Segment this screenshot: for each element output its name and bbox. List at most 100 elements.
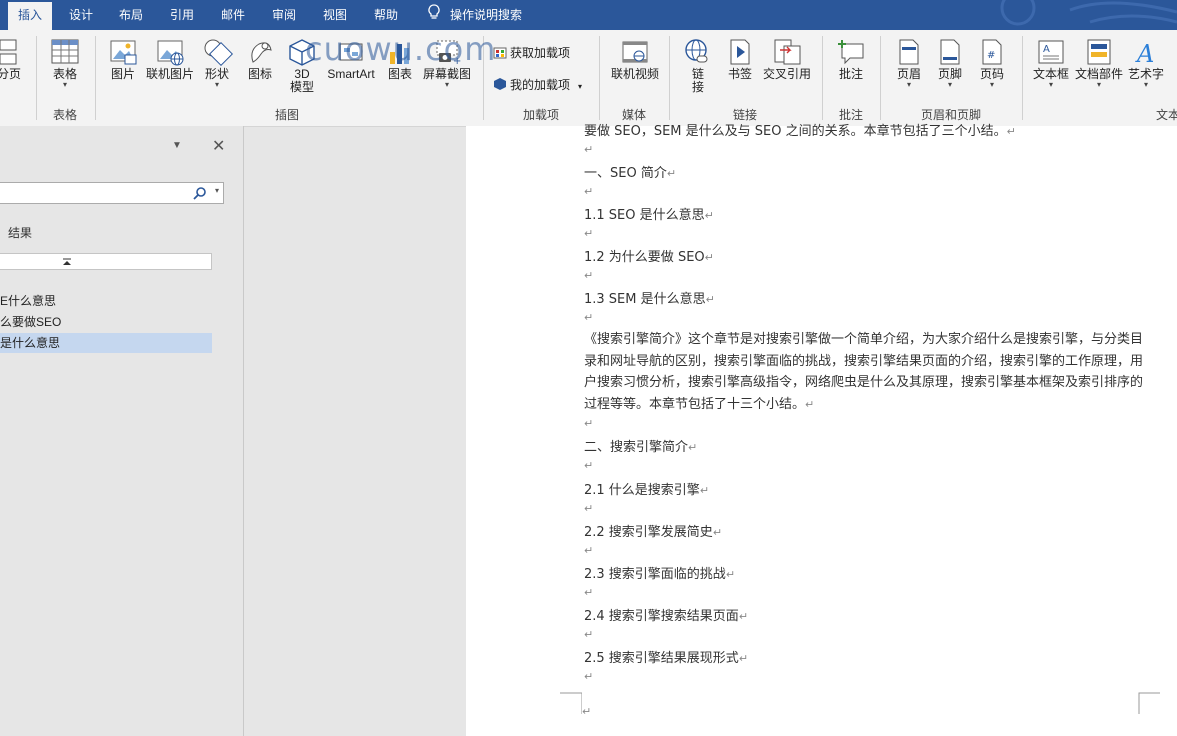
link-button[interactable]: 链 接 <box>678 38 718 94</box>
svg-text:A: A <box>1135 40 1154 66</box>
watermark-text: cuowu.com <box>305 30 497 68</box>
paragraph-mark: ↵ <box>688 441 698 454</box>
online-video-label: 联机视频 <box>610 67 659 81</box>
pane-options-chevron-icon[interactable]: ▼ <box>172 140 182 151</box>
tab-help[interactable]: 帮助 <box>365 0 407 30</box>
empty-paragraph: ↵ <box>584 458 593 473</box>
chevron-down-icon: ▾ <box>947 80 952 89</box>
svg-text:#: # <box>987 50 995 61</box>
paragraph-mark: ↵ <box>712 526 723 539</box>
tell-me-label: 操作说明搜索 <box>450 8 523 22</box>
results-scroll-up[interactable] <box>0 253 212 270</box>
doc-heading: 2.4 搜索引擎搜索结果页面↵ <box>584 605 748 624</box>
online-video-button[interactable]: 联机视频 <box>607 38 663 81</box>
paragraph-mark: ↵ <box>699 484 710 497</box>
search-icon[interactable] <box>193 186 207 200</box>
tab-review[interactable]: 审阅 <box>263 0 305 30</box>
nav-result-item[interactable]: E什么意思 <box>0 291 212 311</box>
separator <box>1022 36 1023 120</box>
paragraph-mark: ↵ <box>705 293 715 306</box>
smartart-label: SmartArt <box>327 67 375 81</box>
chart-label: 图表 <box>387 67 412 81</box>
paragraph-mark: ↵ <box>584 670 594 683</box>
doc-heading: 二、搜索引擎简介↵ <box>584 436 697 455</box>
quick-parts-button[interactable]: 文档部件 ▾ <box>1074 38 1124 89</box>
new-comment-button[interactable]: 批注 <box>832 38 870 81</box>
chevron-down-icon: ▾ <box>1143 80 1148 89</box>
wordart-icon: A <box>1135 40 1154 66</box>
close-icon[interactable]: ✕ <box>212 136 225 156</box>
group-label-text: 文本 <box>1156 108 1177 122</box>
doc-body-paragraph: 《搜索引擎简介》这个章节是对搜索引擎做一个简单介绍，为大家介绍什么是搜索引擎，与… <box>584 329 1144 415</box>
cross-reference-button[interactable]: 交叉引用 <box>760 38 814 81</box>
paragraph-mark: ↵ <box>1006 125 1016 138</box>
doc-text: 二、搜索引擎简介 <box>584 440 689 455</box>
shapes-icon <box>204 39 233 66</box>
tab-layout[interactable]: 布局 <box>110 0 152 30</box>
icons-button[interactable]: 图标 <box>243 38 277 81</box>
paragraph-mark: ↵ <box>584 143 594 156</box>
online-picture-label: 联机图片 <box>145 67 194 81</box>
shapes-button[interactable]: 形状 ▾ <box>199 38 235 89</box>
margin-corner-mark <box>1138 692 1160 714</box>
search-options-chevron-icon[interactable]: ▾ <box>215 186 219 195</box>
tab-view[interactable]: 视图 <box>314 0 356 30</box>
bookmark-label: 书签 <box>727 67 752 81</box>
page-number-button[interactable]: # 页码 ▾ <box>974 38 1010 89</box>
group-label-addins: 加载项 <box>522 108 559 122</box>
tab-references[interactable]: 引用 <box>161 0 203 30</box>
paragraph-mark: ↵ <box>738 652 749 665</box>
comment-icon <box>838 40 864 65</box>
paragraph-mark: ↵ <box>725 568 736 581</box>
doc-paragraph: 要做 SEO，SEM 是什么及与 SEO 之间的关系。本章节包括了三个小结。↵ <box>584 120 1016 139</box>
my-addins-button[interactable]: 我的加载项 ▾ <box>493 76 582 93</box>
page-number-icon: # <box>982 39 1002 65</box>
link-label: 链 接 <box>691 67 704 94</box>
header-button[interactable]: 页眉 ▾ <box>891 38 927 89</box>
doc-heading: 2.3 搜索引擎面临的挑战↵ <box>584 563 735 582</box>
chevron-down-icon: ▾ <box>989 80 994 89</box>
quick-parts-icon <box>1087 39 1111 65</box>
search-input[interactable]: ▾ <box>0 182 224 204</box>
paragraph-mark: ↵ <box>738 610 749 623</box>
chevron-down-icon: ▾ <box>1096 80 1101 89</box>
picture-icon <box>110 40 137 65</box>
group-label-tables: 表格 <box>52 108 77 122</box>
doc-text: 2.4 搜索引擎搜索结果页面 <box>584 609 739 624</box>
get-addins-button[interactable]: 获取加载项 <box>493 44 570 61</box>
paragraph-mark: ↵ <box>584 269 594 282</box>
picture-label: 图片 <box>110 67 135 81</box>
picture-button[interactable]: 图片 <box>104 38 142 81</box>
watermark: cuowu.com <box>305 30 496 68</box>
ribbon-insert: 分页 表格 ▾ 表格 图片 联机图片 形状 ▾ 图标 3D 模型 SmartAr… <box>0 30 1177 127</box>
doc-text: 要做 SEO，SEM 是什么及与 SEO 之间的关系。本章节包括了三个小结。 <box>584 124 1007 139</box>
empty-paragraph: ↵ <box>584 142 593 157</box>
paragraph-mark: ↵ <box>805 397 815 411</box>
nav-result-item[interactable]: 么要做SEO <box>0 312 212 332</box>
tab-design[interactable]: 设计 <box>60 0 102 30</box>
paragraph-mark: ↵ <box>666 167 677 180</box>
online-picture-button[interactable]: 联机图片 <box>144 38 196 81</box>
paragraph-mark: ↵ <box>584 459 594 472</box>
doc-text: 1.3 SEM 是什么意思 <box>584 292 706 307</box>
table-button[interactable]: 表格 ▾ <box>47 38 83 89</box>
doc-heading: 1.1 SEO 是什么意思↵ <box>584 204 714 223</box>
title-decoration <box>1000 0 1177 26</box>
doc-text: 1.2 为什么要做 SEO <box>584 250 705 265</box>
tell-me-search[interactable]: 操作说明搜索 <box>428 0 522 30</box>
page-break-button[interactable]: 分页 <box>0 38 22 81</box>
3d-models-label: 3D 模型 <box>289 67 314 94</box>
textbox-button[interactable]: A 文本框 ▾ <box>1030 38 1072 89</box>
wordart-button[interactable]: A 艺术字 ▾ <box>1126 38 1166 89</box>
tab-mailings[interactable]: 邮件 <box>212 0 254 30</box>
bookmark-icon <box>730 39 750 65</box>
paragraph-mark: ↵ <box>582 705 592 718</box>
empty-paragraph: ↵ <box>584 268 593 283</box>
footer-button[interactable]: 页脚 ▾ <box>932 38 968 89</box>
document-page[interactable]: 要做 SEO，SEM 是什么及与 SEO 之间的关系。本章节包括了三个小结。↵ … <box>466 124 1177 736</box>
nav-result-item-selected[interactable]: 是什么意思 <box>0 333 212 353</box>
doc-text: 2.5 搜索引擎结果展现形式 <box>584 651 739 666</box>
results-tab[interactable]: 结果 <box>8 224 32 241</box>
tab-insert[interactable]: 插入 <box>8 2 52 30</box>
bookmark-button[interactable]: 书签 <box>722 38 758 81</box>
